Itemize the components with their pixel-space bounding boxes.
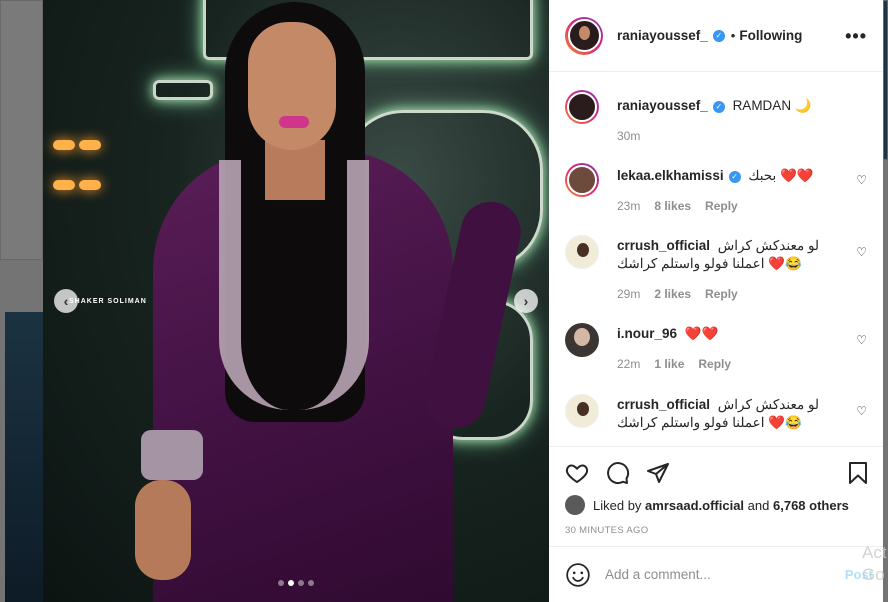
- reply-button[interactable]: Reply: [705, 287, 738, 301]
- avatar[interactable]: [565, 163, 599, 197]
- neon-sign: [153, 80, 213, 100]
- comments-list[interactable]: raniayoussef_ ✓ RAMDAN 🌙 30m lekaa.elkham…: [549, 73, 883, 445]
- activate-windows-watermark: Act Go: [862, 542, 887, 586]
- carousel-dot: [278, 580, 284, 586]
- bookmark-icon[interactable]: [846, 461, 870, 485]
- comment-username[interactable]: raniayoussef_: [617, 98, 708, 113]
- comment-time[interactable]: 22m: [617, 357, 640, 371]
- reply-button[interactable]: Reply: [705, 199, 738, 213]
- likes-count[interactable]: 6,768 others: [773, 498, 849, 513]
- like-comment-heart-icon[interactable]: ♡: [856, 404, 867, 418]
- comment-username[interactable]: crrush_official: [617, 238, 710, 253]
- comment-input[interactable]: [605, 567, 825, 582]
- avatar[interactable]: [565, 394, 599, 428]
- post-side-panel: raniayoussef_ ✓ • Following ••• raniayou…: [549, 0, 883, 602]
- post-actions: Liked by amrsaad.official and 6,768 othe…: [549, 446, 883, 546]
- heart-icon[interactable]: [565, 461, 589, 485]
- avatar[interactable]: [565, 235, 599, 269]
- share-icon[interactable]: [646, 461, 670, 485]
- comment-username[interactable]: lekaa.elkhamissi: [617, 168, 724, 183]
- avatar[interactable]: [565, 495, 585, 515]
- likes-prefix: Liked by: [593, 497, 642, 513]
- comment-username[interactable]: i.nour_96: [617, 326, 677, 341]
- verified-icon: ✓: [712, 101, 725, 113]
- author-avatar[interactable]: [565, 16, 603, 55]
- like-comment-heart-icon[interactable]: ♡: [856, 173, 867, 187]
- comment-item: crrush_official لو معندكش كراش اعملنا فو…: [565, 235, 867, 305]
- following-button[interactable]: Following: [739, 28, 802, 43]
- caption: raniayoussef_ ✓ RAMDAN 🌙 30m: [565, 90, 867, 150]
- likes-joiner: and: [747, 497, 770, 513]
- watermark-line: Act: [862, 543, 887, 562]
- comment-likes[interactable]: 2 likes: [654, 287, 691, 301]
- more-options-icon[interactable]: •••: [845, 26, 867, 47]
- comment-item: i.nour_96 ❤️❤️ ♡ 22m 1 like Reply: [565, 323, 867, 383]
- avatar[interactable]: [565, 323, 599, 357]
- avatar[interactable]: [565, 90, 599, 124]
- comment-icon[interactable]: [606, 461, 630, 485]
- carousel-indicator: [278, 580, 314, 586]
- watermark-line: Go: [862, 565, 885, 584]
- add-comment-bar: Post: [549, 546, 883, 602]
- comment-item: lekaa.elkhamissi ✓ بحبك ❤️❤️ ♡ 23m 8 like…: [565, 163, 867, 223]
- likes-summary: Liked by amrsaad.official and 6,768 othe…: [565, 495, 849, 515]
- comment-likes[interactable]: 8 likes: [654, 199, 691, 213]
- lips: [279, 116, 309, 128]
- comment-time[interactable]: 29m: [617, 287, 640, 301]
- reply-button[interactable]: Reply: [698, 357, 731, 371]
- embroidered-cuff: [141, 430, 203, 480]
- embroidered-collar: [219, 160, 369, 410]
- comment-text: ❤️❤️: [684, 326, 719, 341]
- like-comment-heart-icon[interactable]: ♡: [856, 333, 867, 347]
- photo-credit: SHAKER SOLIMAN: [69, 298, 147, 305]
- author-username[interactable]: raniayoussef_: [617, 28, 708, 43]
- face: [248, 22, 336, 150]
- verified-icon: ✓: [728, 171, 741, 183]
- emoji-icon[interactable]: [565, 562, 591, 588]
- hand: [135, 480, 191, 580]
- comment-text: بحبك ❤️❤️: [748, 168, 814, 183]
- like-comment-heart-icon[interactable]: ♡: [856, 245, 867, 259]
- liker-username[interactable]: amrsaad.official: [645, 498, 744, 513]
- caption-text: RAMDAN 🌙: [732, 98, 812, 113]
- comment-time[interactable]: 23m: [617, 199, 640, 213]
- comment-time[interactable]: 30m: [617, 129, 640, 143]
- post-header: raniayoussef_ ✓ • Following •••: [549, 0, 883, 72]
- carousel-dot: [298, 580, 304, 586]
- carousel-next-button[interactable]: ›: [514, 289, 538, 313]
- carousel-dot: [308, 580, 314, 586]
- comment-username[interactable]: crrush_official: [617, 397, 710, 412]
- carousel-prev-button[interactable]: ‹: [54, 289, 78, 313]
- carousel-dot-active: [288, 580, 294, 586]
- chevron-right-icon: ›: [523, 293, 529, 309]
- post-timestamp[interactable]: 30 MINUTES AGO: [565, 525, 648, 536]
- comment-likes[interactable]: 1 like: [654, 357, 684, 371]
- comment-item: crrush_official لو معندكش كراش اعملنا فو…: [565, 394, 867, 444]
- chevron-left-icon: ‹: [63, 293, 69, 309]
- verified-icon: ✓: [712, 29, 725, 42]
- separator: •: [730, 28, 736, 43]
